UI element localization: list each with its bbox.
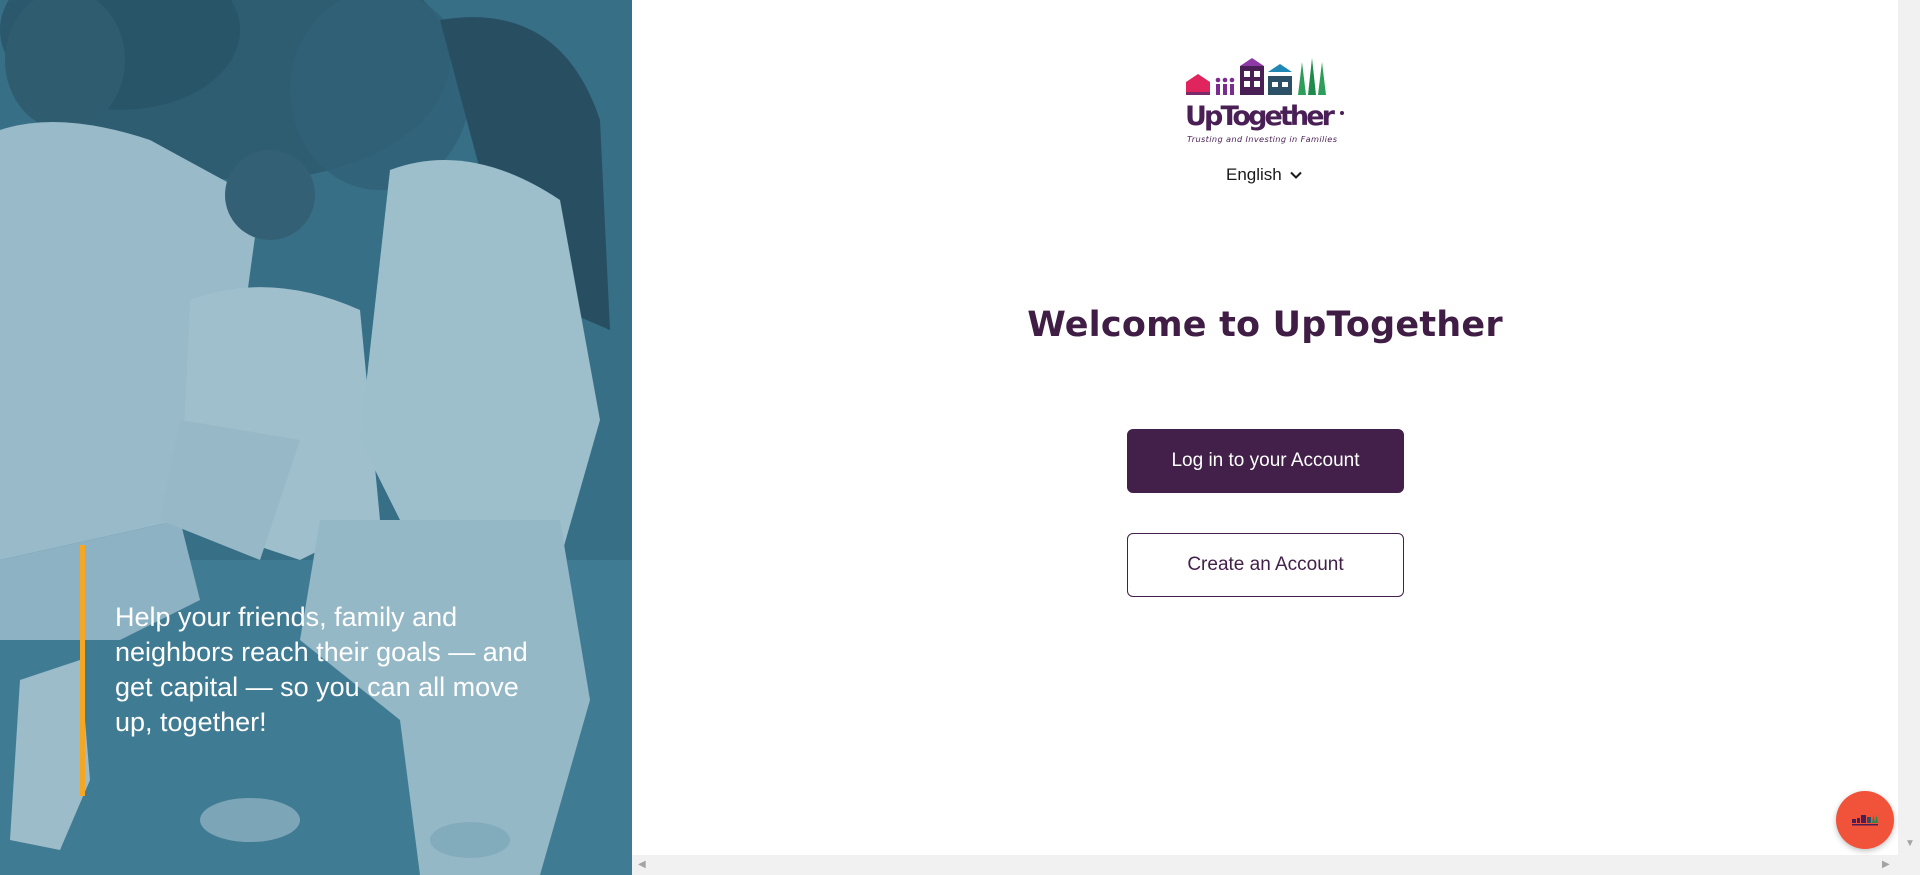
scroll-right-arrow-icon[interactable]: ▶: [1882, 859, 1890, 870]
language-label: English: [1226, 165, 1282, 184]
horizontal-scrollbar[interactable]: ◀ ▶: [632, 855, 1898, 875]
language-selector[interactable]: English: [1226, 163, 1302, 187]
scroll-left-arrow-icon[interactable]: ◀: [638, 859, 646, 870]
scrollbar-corner: [1898, 855, 1920, 875]
chevron-down-icon: [1290, 171, 1302, 179]
login-button-label: Log in to your Account: [1171, 450, 1360, 471]
main-panel: UpTogether Trusting and Investing in Fam…: [632, 0, 1898, 855]
logo-wordmark: UpTogether: [1185, 101, 1336, 132]
uptogether-logo: UpTogether Trusting and Investing in Fam…: [1185, 58, 1344, 144]
hero-family-photo: [0, 0, 632, 875]
quote-accent-bar: [80, 545, 85, 796]
logo-tagline: Trusting and Investing in Families: [1187, 134, 1338, 144]
welcome-title: Welcome to UpTogether: [1027, 305, 1503, 345]
create-account-button-label: Create an Account: [1187, 554, 1344, 575]
scroll-down-arrow-icon[interactable]: ▼: [1905, 838, 1915, 849]
uptogether-chat-icon: [1852, 815, 1878, 826]
login-button[interactable]: Log in to your Account: [1127, 429, 1404, 493]
chat-launcher-button[interactable]: [1836, 791, 1894, 849]
create-account-button[interactable]: Create an Account: [1127, 533, 1404, 597]
hero-panel: Help your friends, family and neighbors …: [0, 0, 632, 875]
vertical-scrollbar[interactable]: ▼: [1898, 0, 1920, 855]
hero-quote: Help your friends, family and neighbors …: [115, 602, 528, 737]
